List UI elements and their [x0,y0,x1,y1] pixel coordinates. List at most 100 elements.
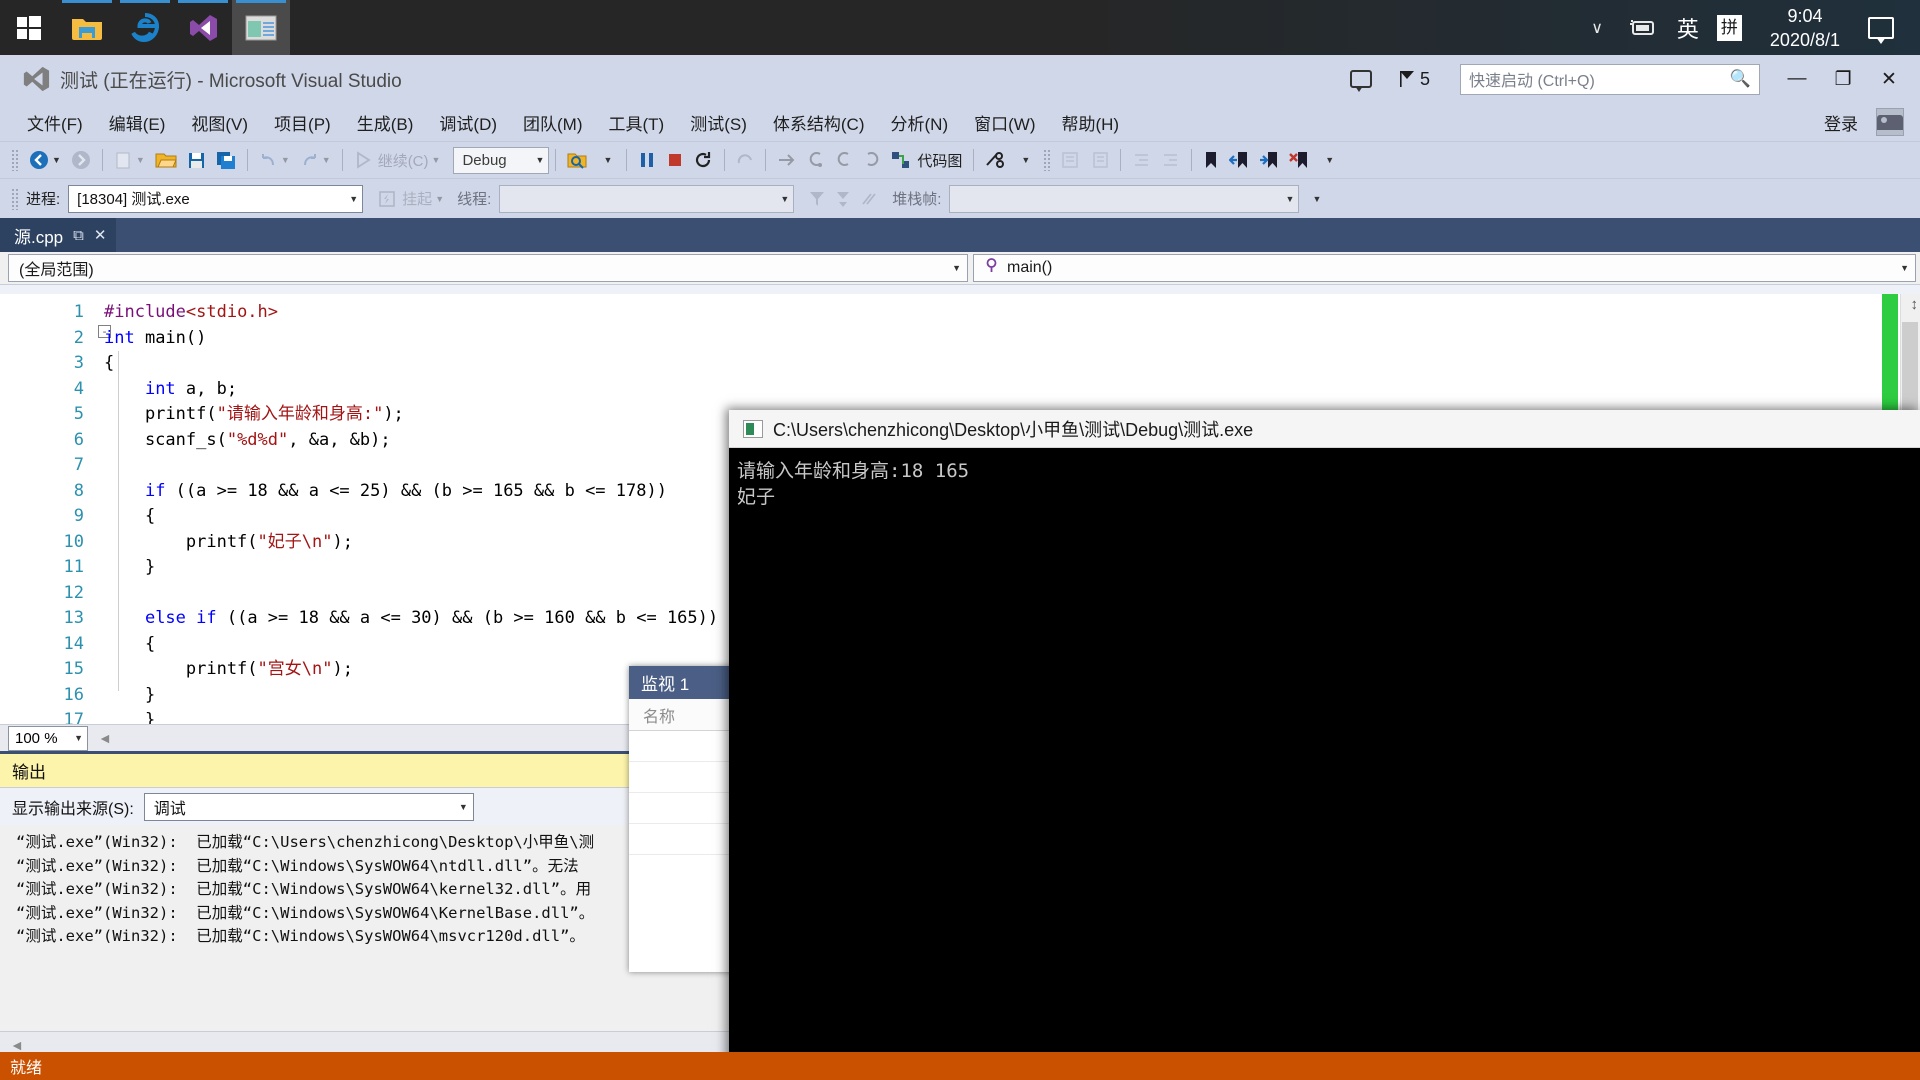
ime-language-indicator[interactable]: 英 [1669,12,1707,44]
output-source-combo[interactable]: 调试 ▼ [143,792,474,821]
increase-indent-button[interactable] [1156,146,1185,174]
menu-item-file[interactable]: 文件(F) [14,110,96,135]
restart-button[interactable] [689,146,718,174]
send-feedback-icon[interactable] [1345,65,1377,93]
stop-debugging-button[interactable] [661,146,689,174]
member-combo[interactable]: main() ▼ [973,254,1916,282]
undo-button[interactable]: ▼ [254,146,295,174]
menu-item-view[interactable]: 视图(V) [178,110,261,135]
comment-selection-button[interactable] [1056,146,1085,174]
close-icon[interactable]: ✕ [94,226,107,244]
toolbar-grip[interactable] [1043,149,1052,171]
open-file-button[interactable] [150,146,182,174]
close-button[interactable]: ✕ [1866,59,1912,99]
stack-frame-icon[interactable] [856,185,884,213]
previous-bookmark-button[interactable] [1224,146,1254,174]
step-into-button[interactable] [802,146,830,174]
restore-button[interactable]: ❐ [1820,59,1866,99]
running-indicator [178,0,228,3]
suspend-button[interactable]: 挂起 ▼ [373,185,449,213]
break-all-button[interactable] [633,146,661,174]
filter-icon[interactable] [804,185,830,213]
code-map-button[interactable]: 代码图 [886,146,967,174]
code-line[interactable]: { [104,351,1880,377]
code-line[interactable]: #include<stdio.h> [104,300,1880,326]
menu-item-debug[interactable]: 调试(D) [426,110,510,135]
line-number: 8 [73,480,84,501]
scroll-left-arrow[interactable]: ◄ [0,1037,34,1053]
decrease-indent-button[interactable] [1127,146,1156,174]
document-tab-label: 源.cpp [14,227,64,247]
menu-item-tools[interactable]: 工具(T) [596,110,678,135]
solution-configuration-combo[interactable]: Debug ▼ [453,146,550,174]
document-tab-source-cpp[interactable]: 源.cpp ⧉ ✕ [0,218,117,252]
menu-item-build[interactable]: 生成(B) [344,110,427,135]
new-project-button[interactable]: ▼ [109,146,150,174]
vs-title-bar: 测试 (正在运行) - Microsoft Visual Studio 5 快速… [0,55,1920,103]
split-view-icon[interactable]: ↕ [1911,296,1919,313]
console-line: 妃子 [737,486,776,508]
suspend-label: 挂起 [402,191,433,208]
show-next-statement-button[interactable] [731,146,759,174]
editor-zoom-combo[interactable]: 100 % ▼ [8,725,88,751]
notifications-button[interactable]: 5 [1399,69,1430,90]
step-over-button[interactable] [772,146,802,174]
save-all-button[interactable] [211,146,241,174]
scrollbar-change-marks [1882,294,1898,414]
flag-threads-icon[interactable] [830,185,856,213]
toolbar-grip[interactable] [11,149,19,171]
restart-icon [696,151,711,167]
taskbar-item-file-explorer[interactable] [58,0,116,55]
pin-icon[interactable]: ⧉ [73,227,84,244]
next-bookmark-button[interactable] [1254,146,1284,174]
minimize-button[interactable]: — [1774,59,1820,99]
menu-item-window[interactable]: 窗口(W) [961,110,1048,135]
code-line[interactable]: int main() [104,326,1880,352]
menu-item-architecture[interactable]: 体系结构(C) [760,110,878,135]
step-forward-button[interactable] [858,146,886,174]
navigate-forward-button[interactable] [66,146,96,174]
quick-launch-input[interactable]: 快速启动 (Ctrl+Q) 🔍 [1460,63,1760,95]
taskbar-item-console[interactable] [232,0,290,55]
toolbar-grip[interactable] [11,187,19,210]
battery-charging-icon[interactable] [1615,19,1669,37]
taskbar-item-visual-studio[interactable] [174,0,232,55]
menu-item-help[interactable]: 帮助(H) [1048,110,1132,135]
menu-item-project[interactable]: 项目(P) [261,110,344,135]
status-text: 就绪 [10,1060,43,1077]
toggle-bookmark-button[interactable] [1198,146,1224,174]
find-in-files-button[interactable] [562,146,592,174]
save-button[interactable] [182,146,211,174]
line-number: 13 [63,608,84,628]
stackframe-combo[interactable]: ▼ [949,184,1300,213]
clock[interactable]: 9:04 2020/8/1 [1752,4,1858,52]
navigate-backward-button[interactable]: ▼ [24,146,66,174]
bookmark-icon [1206,151,1217,168]
chevron-up-icon[interactable]: ∨ [1579,18,1615,38]
notification-icon[interactable] [1868,16,1894,44]
toolbar-separator [765,149,767,171]
process-combo[interactable]: [18304] 测试.exe ▼ [68,184,364,213]
sign-in-button[interactable]: 登录 [1811,110,1876,135]
step-out-button[interactable] [830,146,858,174]
scroll-left-arrow[interactable]: ◄ [88,730,122,746]
ime-mode-indicator[interactable]: 拼 [1716,14,1742,41]
menu-item-analyze[interactable]: 分析(N) [878,110,962,135]
scope-combo[interactable]: (全局范围) ▼ [8,254,968,282]
uncomment-selection-button[interactable] [1085,146,1114,174]
start-button[interactable] [0,0,58,55]
clear-bookmarks-button[interactable] [1284,146,1314,174]
notification-count: 5 [1419,68,1430,89]
continue-button[interactable]: 继续(C) ▼ [349,146,446,174]
menu-item-test[interactable]: 测试(S) [677,110,760,135]
avatar[interactable] [1876,108,1904,136]
console-window[interactable]: C:\Users\chenzhicong\Desktop\小甲鱼\测试\Debu… [729,410,1920,1080]
taskbar-item-edge[interactable] [116,0,174,55]
menu-item-team[interactable]: 团队(M) [510,110,595,135]
code-line[interactable]: int a, b; [104,377,1880,403]
redo-button[interactable]: ▼ [295,146,336,174]
toggle-diagnostics-button[interactable] [980,146,1010,174]
thread-combo[interactable]: ▼ [499,184,795,213]
menu-item-edit[interactable]: 编辑(E) [96,110,179,135]
line-number: 3 [73,353,84,373]
